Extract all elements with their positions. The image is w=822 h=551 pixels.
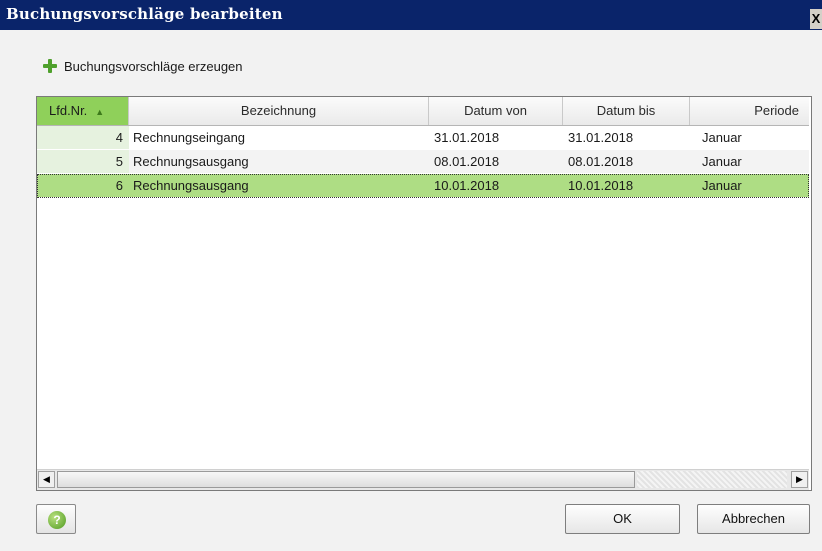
scroll-track[interactable] bbox=[637, 471, 787, 488]
generate-proposals-button[interactable]: Buchungsvorschläge erzeugen bbox=[42, 58, 243, 74]
sort-ascending-icon: ▲ bbox=[95, 106, 105, 117]
column-header-bezeichnung[interactable]: Bezeichnung bbox=[129, 97, 429, 125]
column-header-periode[interactable]: Periode bbox=[690, 97, 809, 125]
cell-datum-bis: 08.01.2018 bbox=[568, 154, 634, 169]
dialog-body: Buchungsvorschläge erzeugen Lfd.Nr. ▲ Bez… bbox=[0, 30, 822, 551]
horizontal-scrollbar[interactable]: ◀ ▶ bbox=[37, 469, 809, 490]
table-row-selected[interactable]: 6 Rechnungsausgang 10.01.2018 10.01.2018… bbox=[37, 174, 809, 198]
generate-proposals-label: Buchungsvorschläge erzeugen bbox=[64, 58, 243, 74]
grid-header: Lfd.Nr. ▲ Bezeichnung Datum von Datum bis… bbox=[37, 97, 809, 126]
ok-button[interactable]: OK bbox=[565, 504, 680, 534]
cell-periode: Januar bbox=[702, 130, 742, 145]
cancel-button[interactable]: Abbrechen bbox=[697, 504, 810, 534]
table-row[interactable]: 4 Rechnungseingang 31.01.2018 31.01.2018… bbox=[37, 126, 809, 150]
grid-rows: 4 Rechnungseingang 31.01.2018 31.01.2018… bbox=[37, 126, 809, 198]
column-header-datum-bis[interactable]: Datum bis bbox=[563, 97, 690, 125]
cell-bezeichnung: Rechnungsausgang bbox=[133, 178, 249, 193]
table-row[interactable]: 5 Rechnungsausgang 08.01.2018 08.01.2018… bbox=[37, 150, 809, 174]
scroll-right-icon[interactable]: ▶ bbox=[791, 471, 808, 488]
title-bar: Buchungsvorschläge bearbeiten X bbox=[0, 0, 822, 30]
column-header-datum-von[interactable]: Datum von bbox=[429, 97, 563, 125]
close-icon[interactable]: X bbox=[810, 9, 822, 29]
scroll-thumb[interactable] bbox=[57, 471, 635, 488]
cell-lfd-nr: 5 bbox=[37, 150, 129, 173]
window-title: Buchungsvorschläge bearbeiten bbox=[6, 5, 283, 23]
cell-bezeichnung: Rechnungseingang bbox=[133, 130, 246, 145]
cell-datum-von: 31.01.2018 bbox=[434, 130, 500, 145]
help-icon: ? bbox=[48, 511, 66, 529]
cell-bezeichnung: Rechnungsausgang bbox=[133, 154, 249, 169]
cell-lfd-nr: 6 bbox=[37, 174, 129, 197]
cell-periode: Januar bbox=[702, 154, 742, 169]
cell-datum-von: 08.01.2018 bbox=[434, 154, 500, 169]
scroll-left-icon[interactable]: ◀ bbox=[38, 471, 55, 488]
cell-periode: Januar bbox=[702, 178, 742, 193]
cell-datum-bis: 10.01.2018 bbox=[568, 178, 634, 193]
column-header-lfd-nr[interactable]: Lfd.Nr. ▲ bbox=[37, 97, 129, 125]
cell-datum-bis: 31.01.2018 bbox=[568, 130, 634, 145]
cell-datum-von: 10.01.2018 bbox=[434, 178, 500, 193]
proposals-grid[interactable]: Lfd.Nr. ▲ Bezeichnung Datum von Datum bis… bbox=[36, 96, 812, 491]
help-button[interactable]: ? bbox=[36, 504, 76, 534]
plus-icon bbox=[42, 58, 58, 74]
cell-lfd-nr: 4 bbox=[37, 126, 129, 149]
